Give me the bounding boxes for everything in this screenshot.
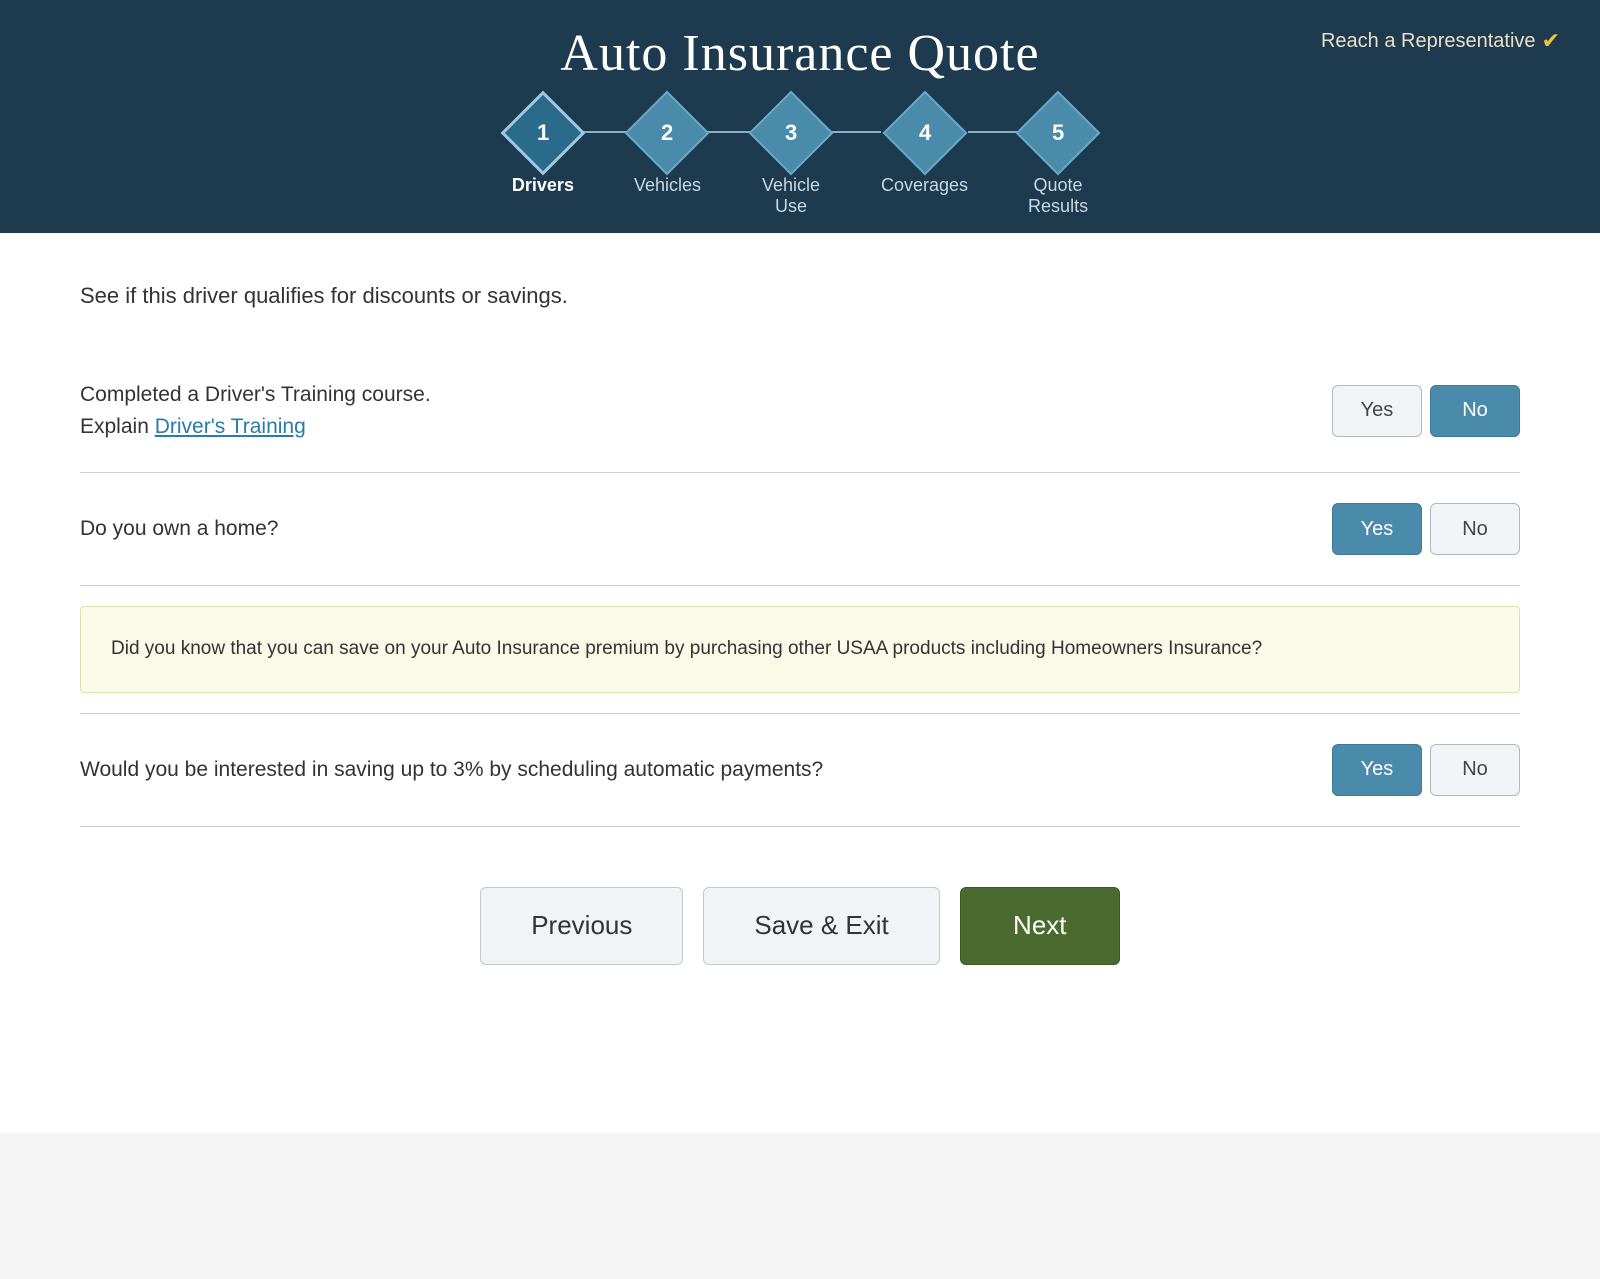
step-5[interactable]: 5 Quote Results	[1028, 103, 1088, 233]
step-1-label: Drivers	[512, 175, 574, 212]
reach-representative-link[interactable]: Reach a Representative ✔	[1321, 28, 1560, 54]
step-3[interactable]: 3 Vehicle Use	[761, 103, 821, 233]
step-5-diamond: 5	[1016, 91, 1101, 176]
step-3-diamond: 3	[749, 91, 834, 176]
auto-payments-label: Would you be interested in saving up to …	[80, 758, 823, 781]
step-1[interactable]: 1 Drivers	[512, 103, 574, 212]
auto-payments-row: Would you be interested in saving up to …	[80, 714, 1520, 827]
header: Auto Insurance Quote Reach a Representat…	[0, 0, 1600, 233]
page-title: Auto Insurance Quote	[560, 24, 1039, 83]
step-4-label: Coverages	[881, 175, 968, 212]
own-home-btn-group: Yes No	[1332, 503, 1520, 555]
auto-payments-text: Would you be interested in saving up to …	[80, 754, 1292, 786]
step-3-number: 3	[785, 120, 797, 146]
drivers-training-link[interactable]: Driver's Training	[155, 415, 306, 438]
save-exit-button[interactable]: Save & Exit	[703, 887, 939, 965]
step-4[interactable]: 4 Coverages	[881, 103, 968, 212]
own-home-row: Do you own a home? Yes No	[80, 473, 1520, 586]
drivers-training-yes-button[interactable]: Yes	[1332, 385, 1422, 437]
steps-container: 1 Drivers 2 Vehicles 3 Vehicle Use 4 Cov…	[512, 103, 1088, 233]
own-home-text: Do you own a home?	[80, 513, 1292, 545]
info-box: Did you know that you can save on your A…	[80, 606, 1520, 693]
next-button[interactable]: Next	[960, 887, 1120, 965]
main-content: See if this driver qualifies for discoun…	[0, 233, 1600, 1133]
explain-prefix: Explain	[80, 415, 155, 438]
step-5-number: 5	[1052, 120, 1064, 146]
drivers-training-label: Completed a Driver's Training course.	[80, 383, 431, 406]
previous-button[interactable]: Previous	[480, 887, 683, 965]
reach-rep-icon: ✔	[1542, 28, 1560, 54]
drivers-training-row: Completed a Driver's Training course. Ex…	[80, 349, 1520, 473]
step-2[interactable]: 2 Vehicles	[634, 103, 701, 212]
step-2-diamond: 2	[625, 91, 710, 176]
step-3-label: Vehicle Use	[762, 175, 820, 233]
step-1-number: 1	[537, 120, 549, 146]
subtitle: See if this driver qualifies for discoun…	[80, 283, 1520, 309]
auto-payments-btn-group: Yes No	[1332, 744, 1520, 796]
step-2-label: Vehicles	[634, 175, 701, 212]
drivers-training-no-button[interactable]: No	[1430, 385, 1520, 437]
info-box-text: Did you know that you can save on your A…	[111, 638, 1262, 659]
own-home-label: Do you own a home?	[80, 517, 278, 540]
step-1-diamond: 1	[500, 91, 585, 176]
step-4-diamond: 4	[882, 91, 967, 176]
info-row: Did you know that you can save on your A…	[80, 586, 1520, 714]
auto-payments-no-button[interactable]: No	[1430, 744, 1520, 796]
drivers-training-btn-group: Yes No	[1332, 385, 1520, 437]
footer-buttons: Previous Save & Exit Next	[80, 827, 1520, 1005]
reach-rep-label: Reach a Representative	[1321, 30, 1536, 53]
own-home-yes-button[interactable]: Yes	[1332, 503, 1422, 555]
step-4-number: 4	[918, 120, 930, 146]
step-5-label: Quote Results	[1028, 175, 1088, 233]
header-top: Auto Insurance Quote Reach a Representat…	[40, 24, 1560, 83]
auto-payments-yes-button[interactable]: Yes	[1332, 744, 1422, 796]
own-home-no-button[interactable]: No	[1430, 503, 1520, 555]
step-2-number: 2	[661, 120, 673, 146]
drivers-training-text: Completed a Driver's Training course. Ex…	[80, 379, 1292, 442]
